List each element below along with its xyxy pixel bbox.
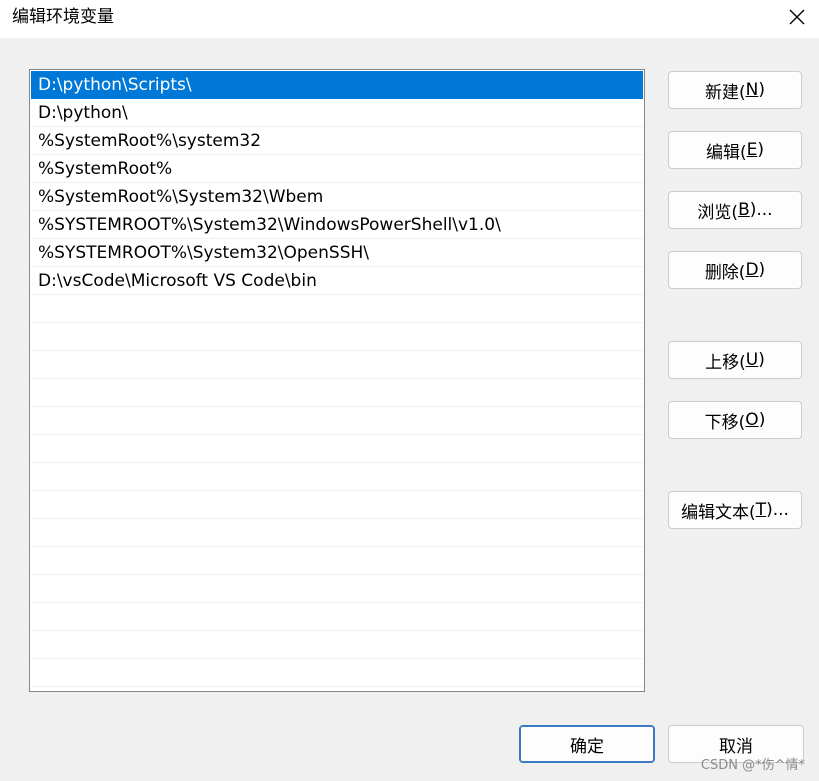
path-list-empty-row[interactable] [31, 491, 643, 519]
move-up-button[interactable]: 上移(U) [668, 341, 802, 379]
edit-text-button-label: 编辑文本( [681, 502, 756, 523]
new-button-label: 新建( [705, 82, 746, 103]
path-list-empty-row[interactable] [31, 379, 643, 407]
browse-button-label: 浏览( [697, 202, 739, 223]
delete-button-label-tail: ) [758, 260, 766, 280]
move-up-button-accelerator: U [745, 350, 759, 370]
path-list-empty-row[interactable] [31, 575, 643, 603]
browse-button-accelerator: B [738, 200, 750, 220]
new-button-label-tail: ) [758, 80, 765, 100]
delete-button[interactable]: 删除(D) [668, 251, 802, 289]
new-button-accelerator: N [745, 80, 759, 100]
edit-button[interactable]: 编辑(E) [668, 131, 802, 169]
path-list-item[interactable]: D:\vsCode\Microsoft VS Code\bin [31, 267, 643, 295]
path-list-empty-row[interactable] [31, 603, 643, 631]
edit-button-accelerator: E [746, 140, 758, 160]
edit-text-button-label-tail: )... [766, 500, 789, 520]
path-list-item[interactable]: %SystemRoot%\system32 [31, 127, 643, 155]
browse-button[interactable]: 浏览(B)... [668, 191, 802, 229]
window-title: 编辑环境变量 [12, 7, 114, 27]
close-icon [789, 9, 805, 25]
path-list-empty-row[interactable] [31, 631, 643, 659]
path-list[interactable]: D:\python\Scripts\ D:\python\ %SystemRoot%… [29, 69, 645, 692]
watermark: CSDN @*伤^情* [700, 758, 805, 773]
path-list-empty-row[interactable] [31, 295, 643, 323]
path-list-empty-row[interactable] [31, 407, 643, 435]
new-button[interactable]: 新建(N) [668, 71, 802, 109]
cancel-button-label: 取消 [719, 736, 753, 757]
path-list-item[interactable]: %SystemRoot% [31, 155, 643, 183]
path-list-empty-row[interactable] [31, 519, 643, 547]
delete-button-label: 删除( [704, 262, 746, 283]
ok-button[interactable]: 确定 [519, 725, 655, 763]
ok-button-label: 确定 [570, 736, 604, 757]
path-list-item[interactable]: D:\python\Scripts\ [31, 71, 643, 99]
move-down-button-label: 下移( [704, 412, 746, 433]
edit-button-label: 编辑( [705, 142, 747, 163]
move-down-button-accelerator: O [745, 410, 759, 430]
move-up-button-label-tail: ) [758, 350, 765, 370]
move-up-button-label: 上移( [705, 352, 746, 373]
edit-text-button[interactable]: 编辑文本(T)... [668, 491, 802, 529]
delete-button-accelerator: D [745, 260, 759, 280]
path-list-empty-row[interactable] [31, 547, 643, 575]
path-list-empty-row[interactable] [31, 351, 643, 379]
path-list-empty-row[interactable] [31, 463, 643, 491]
path-list-item[interactable]: %SystemRoot%\System32\Wbem [31, 183, 643, 211]
move-down-button[interactable]: 下移(O) [668, 401, 802, 439]
path-list-item[interactable]: D:\python\ [31, 99, 643, 127]
move-down-button-label-tail: ) [758, 410, 766, 430]
close-button[interactable] [775, 0, 819, 34]
edit-button-label-tail: ) [757, 140, 765, 160]
edit-text-button-accelerator: T [755, 500, 767, 520]
title-bar: 编辑环境变量 [0, 0, 819, 38]
browse-button-label-tail: )... [749, 200, 773, 220]
path-list-item[interactable]: %SYSTEMROOT%\System32\OpenSSH\ [31, 239, 643, 267]
path-list-empty-row[interactable] [31, 323, 643, 351]
path-list-empty-row[interactable] [31, 435, 643, 463]
path-list-item[interactable]: %SYSTEMROOT%\System32\WindowsPowerShell\… [31, 211, 643, 239]
path-list-empty-row[interactable] [31, 659, 643, 687]
